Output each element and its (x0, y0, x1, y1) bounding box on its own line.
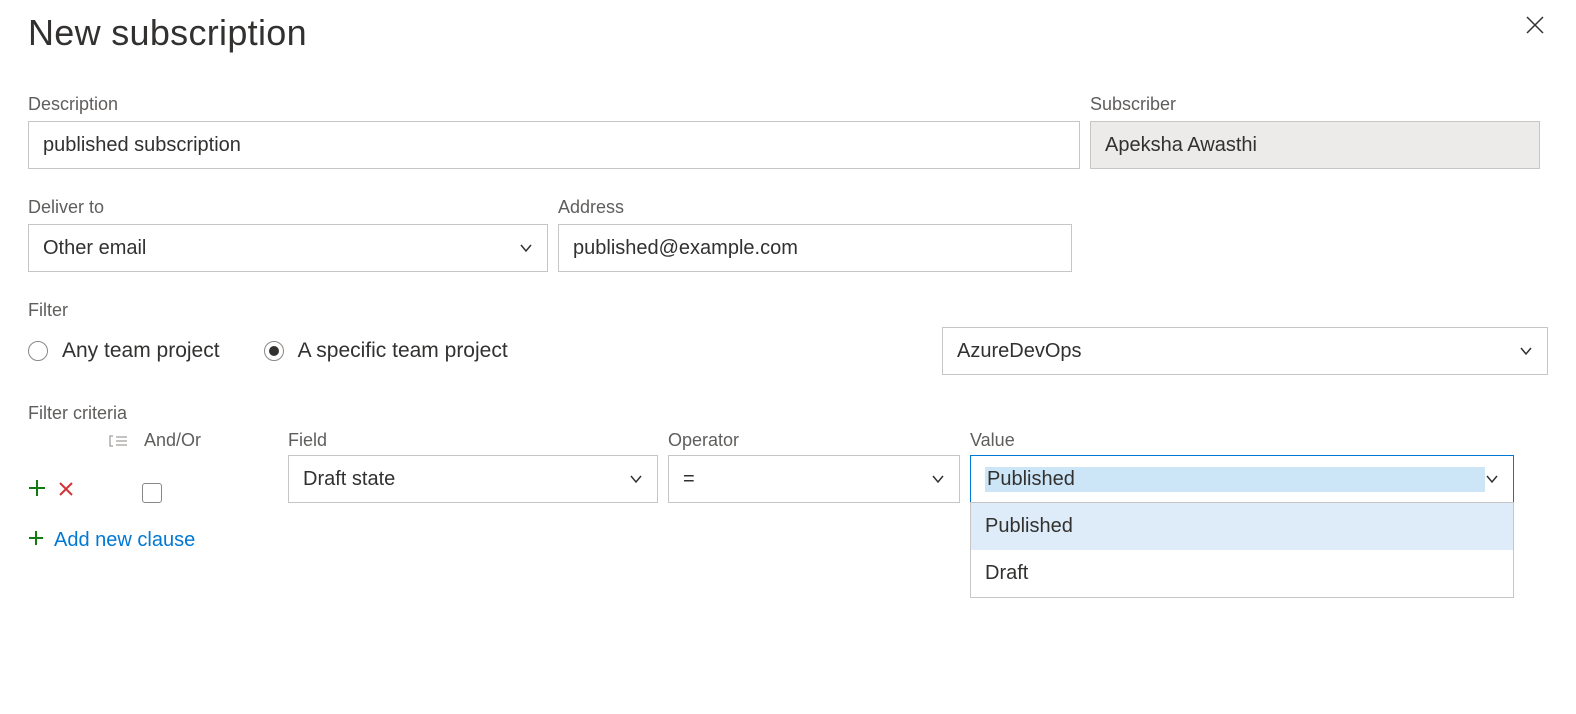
chevron-down-icon (931, 472, 945, 486)
description-input[interactable] (28, 121, 1080, 169)
description-label: Description (28, 94, 1080, 115)
field-value: Draft state (303, 468, 629, 491)
chevron-down-icon (1485, 472, 1499, 486)
project-value: AzureDevOps (957, 340, 1519, 363)
close-icon[interactable] (1522, 12, 1548, 42)
dropdown-option-draft[interactable]: Draft (971, 550, 1513, 597)
field-select[interactable]: Draft state (288, 455, 658, 503)
radio-icon (264, 341, 284, 361)
address-label: Address (558, 197, 1072, 218)
remove-row-icon[interactable] (58, 477, 74, 503)
dropdown-option-published[interactable]: Published (971, 503, 1513, 550)
field-header: Field (288, 430, 668, 455)
value-header: Value (970, 430, 1514, 455)
criteria-label: Filter criteria (28, 403, 1548, 424)
radio-specific-label: A specific team project (298, 339, 508, 363)
radio-icon (28, 341, 48, 361)
value-select[interactable]: Published Published Draft (970, 455, 1514, 503)
chevron-down-icon (1519, 344, 1533, 358)
operator-header: Operator (668, 430, 970, 455)
deliver-to-value: Other email (43, 237, 519, 260)
radio-any-label: Any team project (62, 339, 220, 363)
subscriber-label: Subscriber (1090, 94, 1540, 115)
dialog-title: New subscription (28, 12, 307, 54)
operator-value: = (683, 468, 931, 491)
plus-icon (28, 529, 44, 552)
operator-select[interactable]: = (668, 455, 960, 503)
address-input[interactable] (558, 224, 1072, 272)
subscriber-field (1090, 121, 1540, 169)
add-clause-label: Add new clause (54, 529, 195, 552)
project-select[interactable]: AzureDevOps (942, 327, 1548, 375)
radio-specific-project[interactable]: A specific team project (264, 339, 508, 363)
add-row-icon[interactable] (28, 477, 46, 503)
chevron-down-icon (519, 241, 533, 255)
andor-checkbox[interactable] (142, 483, 162, 503)
radio-any-project[interactable]: Any team project (28, 339, 220, 363)
group-icon (108, 432, 130, 450)
value-value: Published (985, 467, 1485, 492)
deliver-to-label: Deliver to (28, 197, 548, 218)
deliver-to-select[interactable]: Other email (28, 224, 548, 272)
filter-label: Filter (28, 300, 1548, 321)
chevron-down-icon (629, 472, 643, 486)
andor-header: And/Or (144, 430, 201, 451)
blank-header (28, 451, 108, 455)
value-dropdown: Published Draft (970, 502, 1514, 598)
